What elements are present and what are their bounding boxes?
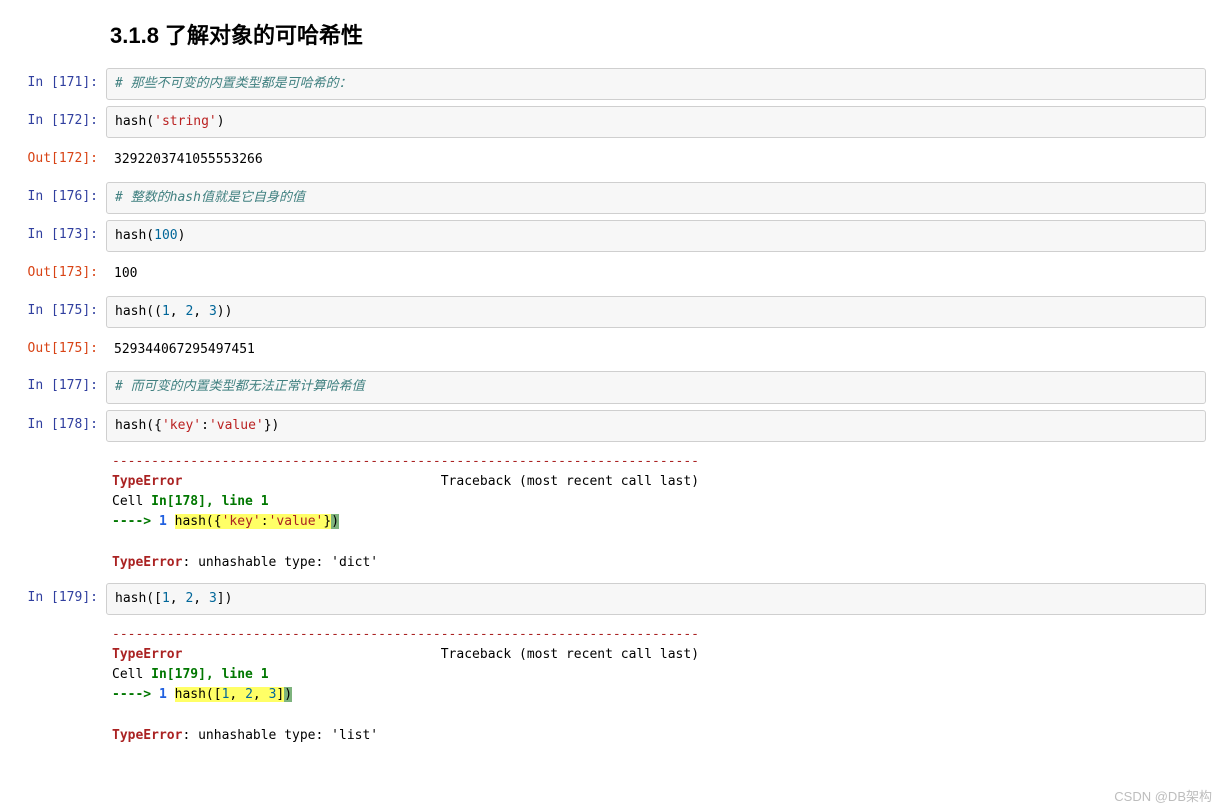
- traceback-highlight: hash([1, 2, 3]: [175, 687, 285, 702]
- code-comment: # 而可变的内置类型都无法正常计算哈希值: [115, 379, 365, 394]
- traceback-arrow: ---->: [112, 514, 159, 529]
- hl-text: }: [323, 514, 331, 529]
- cell-175-output: Out[175]: 529344067295497451: [0, 334, 1222, 366]
- traceback-cell-ref: In[178], line 1: [151, 494, 268, 509]
- cell-179-traceback: ----------------------------------------…: [0, 621, 1222, 750]
- hl-number: 2: [245, 687, 253, 702]
- code-input[interactable]: hash({'key':'value'}): [106, 410, 1206, 442]
- code-text: hash({: [115, 418, 162, 433]
- hl-text: hash({: [175, 514, 222, 529]
- error-name: TypeError: [112, 728, 182, 743]
- traceback-dash: ----------------------------------------…: [112, 454, 699, 469]
- in-prompt: In [179]:: [0, 583, 106, 615]
- code-string: 'value': [209, 418, 264, 433]
- empty-prompt: [0, 621, 106, 750]
- code-number: 1: [162, 591, 170, 606]
- code-text: )): [217, 304, 233, 319]
- code-number: 3: [209, 304, 217, 319]
- code-input[interactable]: hash((1, 2, 3)): [106, 296, 1206, 328]
- code-input[interactable]: hash('string'): [106, 106, 1206, 138]
- cell-172-output: Out[172]: 3292203741055553266: [0, 144, 1222, 176]
- traceback-text: Cell: [112, 494, 151, 509]
- cell-171: In [171]: # 那些不可变的内置类型都是可哈希的：: [0, 68, 1222, 100]
- traceback-text: Cell: [112, 667, 151, 682]
- out-prompt: Out[175]:: [0, 334, 106, 366]
- code-text: ): [217, 114, 225, 129]
- in-prompt: In [171]:: [0, 68, 106, 100]
- code-number: 3: [209, 591, 217, 606]
- code-comment: # 整数的hash值就是它自身的值: [115, 190, 305, 205]
- hl-text: :: [261, 514, 269, 529]
- out-prompt: Out[173]:: [0, 258, 106, 290]
- code-text: hash(: [115, 114, 154, 129]
- in-prompt: In [177]:: [0, 371, 106, 403]
- error-message: : unhashable type: 'list': [182, 728, 378, 743]
- code-text: ]): [217, 591, 233, 606]
- traceback-output: ----------------------------------------…: [106, 448, 1206, 577]
- in-prompt: In [176]:: [0, 182, 106, 214]
- traceback-highlight: hash({'key':'value'}: [175, 514, 332, 529]
- watermark: CSDN @DB架构: [1114, 786, 1212, 805]
- code-comment: # 那些不可变的内置类型都是可哈希的：: [115, 76, 352, 91]
- code-text: hash([: [115, 591, 162, 606]
- traceback-lineno: 1: [159, 687, 167, 702]
- code-text: hash(: [115, 228, 154, 243]
- traceback-output: ----------------------------------------…: [106, 621, 1206, 750]
- traceback-label: Traceback (most recent call last): [441, 647, 699, 662]
- cell-177: In [177]: # 而可变的内置类型都无法正常计算哈希值: [0, 371, 1222, 403]
- cell-176: In [176]: # 整数的hash值就是它自身的值: [0, 182, 1222, 214]
- hl-end: ): [331, 514, 339, 529]
- hl-number: 1: [222, 687, 230, 702]
- code-number: 100: [154, 228, 177, 243]
- cell-172-input: In [172]: hash('string'): [0, 106, 1222, 138]
- code-string: 'string': [154, 114, 217, 129]
- traceback-cell-ref: In[179], line 1: [151, 667, 268, 682]
- code-input[interactable]: hash([1, 2, 3]): [106, 583, 1206, 615]
- output-text: 529344067295497451: [106, 334, 1206, 366]
- hl-string: 'value': [269, 514, 324, 529]
- error-name: TypeError: [112, 474, 182, 489]
- in-prompt: In [173]:: [0, 220, 106, 252]
- traceback-label: Traceback (most recent call last): [441, 474, 699, 489]
- out-prompt: Out[172]:: [0, 144, 106, 176]
- hl-end: ): [284, 687, 292, 702]
- traceback-lineno: 1: [159, 514, 167, 529]
- code-text: ): [178, 228, 186, 243]
- empty-prompt: [0, 448, 106, 577]
- cell-178-traceback: ----------------------------------------…: [0, 448, 1222, 577]
- error-name: TypeError: [112, 555, 182, 570]
- code-text: }): [264, 418, 280, 433]
- code-input[interactable]: # 整数的hash值就是它自身的值: [106, 182, 1206, 214]
- code-text: :: [201, 418, 209, 433]
- output-text: 100: [106, 258, 1206, 290]
- traceback-arrow: ---->: [112, 687, 159, 702]
- code-number: 1: [162, 304, 170, 319]
- code-input[interactable]: # 而可变的内置类型都无法正常计算哈希值: [106, 371, 1206, 403]
- output-text: 3292203741055553266: [106, 144, 1206, 176]
- error-message: : unhashable type: 'dict': [182, 555, 378, 570]
- code-input[interactable]: # 那些不可变的内置类型都是可哈希的：: [106, 68, 1206, 100]
- cell-175-input: In [175]: hash((1, 2, 3)): [0, 296, 1222, 328]
- code-number: 2: [185, 304, 193, 319]
- error-name: TypeError: [112, 647, 182, 662]
- code-text: hash((: [115, 304, 162, 319]
- cell-179-input: In [179]: hash([1, 2, 3]): [0, 583, 1222, 615]
- code-string: 'key': [162, 418, 201, 433]
- cell-178-input: In [178]: hash({'key':'value'}): [0, 410, 1222, 442]
- hl-text: hash([: [175, 687, 222, 702]
- section-heading: 3.1.8 了解对象的可哈希性: [110, 18, 1222, 50]
- in-prompt: In [178]:: [0, 410, 106, 442]
- code-number: 2: [185, 591, 193, 606]
- cell-173-output: Out[173]: 100: [0, 258, 1222, 290]
- traceback-dash: ----------------------------------------…: [112, 627, 699, 642]
- cell-173-input: In [173]: hash(100): [0, 220, 1222, 252]
- code-input[interactable]: hash(100): [106, 220, 1206, 252]
- in-prompt: In [175]:: [0, 296, 106, 328]
- hl-string: 'key': [222, 514, 261, 529]
- in-prompt: In [172]:: [0, 106, 106, 138]
